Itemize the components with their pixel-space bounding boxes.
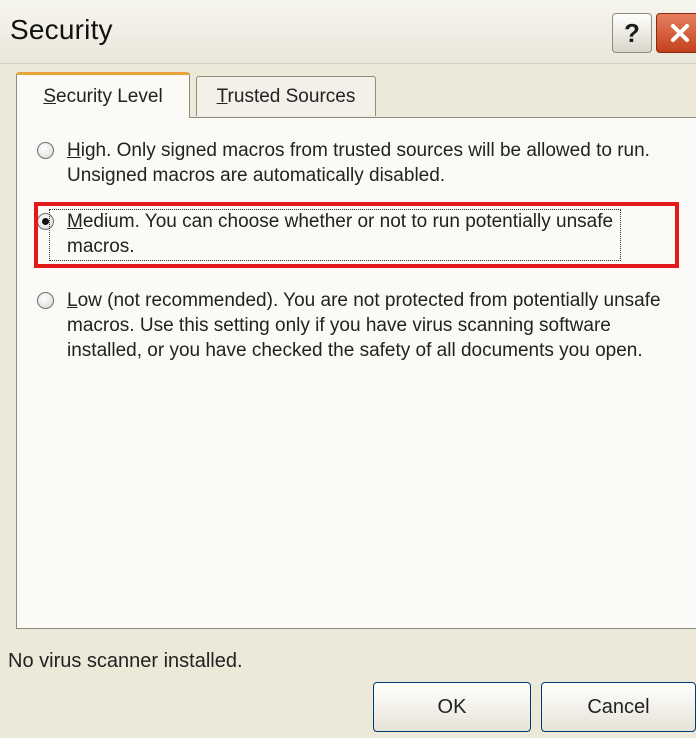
red-highlight-box: [34, 202, 679, 268]
tab-security-level-label: Security Level: [43, 85, 163, 107]
security-level-panel: High. Only signed macros from trusted so…: [16, 117, 696, 629]
close-button[interactable]: [656, 13, 696, 53]
radio-high[interactable]: [37, 142, 54, 159]
tab-trusted-sources-label: Trusted Sources: [216, 85, 356, 107]
radio-low[interactable]: [37, 292, 54, 309]
close-icon: [671, 24, 689, 42]
cancel-button[interactable]: Cancel: [541, 682, 696, 732]
window-title: Security: [10, 14, 113, 45]
help-icon: ?: [624, 17, 640, 48]
security-dialog: Security ? Security Level Trusted Source…: [0, 0, 696, 738]
option-high-label: High. Only signed macros from trusted so…: [67, 140, 650, 186]
tab-trusted-sources[interactable]: Trusted Sources: [196, 76, 376, 116]
option-low-label: Low (not recommended). You are not prote…: [67, 290, 661, 361]
help-button[interactable]: ?: [612, 13, 652, 53]
tab-security-level[interactable]: Security Level: [16, 72, 190, 118]
status-text: No virus scanner installed.: [8, 650, 243, 672]
title-bar[interactable]: Security ?: [0, 0, 696, 64]
ok-button[interactable]: OK: [373, 682, 531, 732]
